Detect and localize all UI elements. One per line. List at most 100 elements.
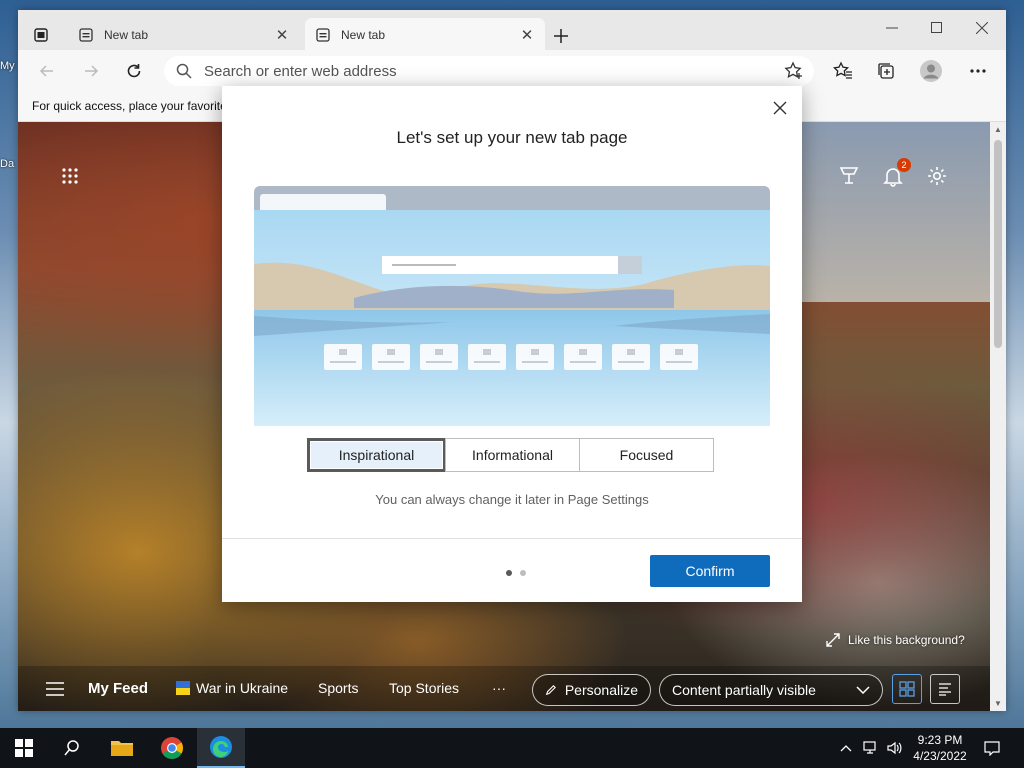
close-tab-button[interactable]: ✕ (519, 27, 535, 44)
step-dot-2[interactable] (520, 570, 526, 576)
page-scrollbar[interactable]: ▲ ▼ (990, 122, 1006, 711)
tab-new-tab-1[interactable]: New tab ✕ (68, 18, 300, 51)
add-favorite-icon[interactable] (784, 61, 804, 81)
new-tab-page-icon (79, 27, 93, 42)
feed-tab-my-feed[interactable]: My Feed (88, 680, 148, 697)
notification-center-icon (984, 741, 1000, 756)
page-settings-button[interactable] (925, 164, 949, 188)
tab-actions-icon (34, 28, 48, 42)
windows-logo-icon (15, 739, 33, 757)
layout-options: Inspirational Informational Focused (307, 438, 714, 472)
dialog-hint-text: You can always change it later in Page S… (375, 492, 649, 507)
back-button[interactable] (32, 58, 62, 84)
layout-option-inspirational[interactable]: Inspirational (307, 438, 446, 472)
edge-icon (210, 736, 232, 758)
maximize-icon (931, 22, 942, 33)
desktop-icon-label[interactable]: My (0, 60, 15, 72)
tab-title: New tab (341, 27, 386, 42)
clock-time: 9:23 PM (917, 733, 963, 747)
action-center-button[interactable] (980, 728, 1004, 768)
list-layout-button[interactable] (930, 674, 960, 704)
content-visibility-dropdown[interactable]: Content partially visible (659, 674, 883, 706)
list-icon (939, 683, 951, 696)
settings-and-more-button[interactable] (963, 58, 993, 84)
refresh-button[interactable] (119, 58, 149, 84)
scrollbar-thumb[interactable] (994, 140, 1002, 348)
address-bar[interactable] (164, 56, 814, 86)
feed-tab-sports[interactable]: Sports (318, 680, 358, 696)
close-tab-button[interactable]: ✕ (274, 27, 290, 44)
tab-new-tab-2[interactable]: New tab ✕ (305, 18, 545, 51)
scroll-down-arrow-icon[interactable]: ▼ (994, 699, 1002, 708)
favorites-icon (833, 61, 852, 79)
layout-option-focused[interactable]: Focused (579, 438, 714, 472)
folder-icon (111, 741, 133, 756)
close-window-button[interactable] (968, 16, 996, 40)
tab-actions-button[interactable] (28, 22, 54, 48)
grid-icon (899, 681, 915, 697)
network-icon (863, 741, 876, 754)
dialog-title: Let's set up your new tab page (396, 128, 628, 147)
profile-button[interactable] (916, 58, 946, 84)
close-icon (773, 101, 787, 115)
personalize-label: Personalize (564, 682, 638, 698)
network-tray-button[interactable] (860, 728, 882, 768)
taskbar-clock[interactable]: 9:23 PM 4/23/2022 (906, 732, 974, 764)
like-background-link[interactable]: Like this background? (826, 633, 965, 647)
step-dot-1[interactable] (506, 570, 512, 576)
desktop-icon-label[interactable]: Da (0, 158, 14, 170)
maximize-button[interactable] (923, 16, 951, 40)
feed-tab-war-in-ukraine[interactable]: War in Ukraine (176, 680, 288, 696)
chevron-up-icon (840, 745, 852, 752)
like-background-label: Like this background? (848, 633, 965, 647)
search-taskbar-button[interactable] (48, 728, 96, 768)
personalize-button[interactable]: Personalize (532, 674, 651, 706)
hamburger-menu-icon[interactable] (46, 682, 64, 696)
forward-button[interactable] (76, 58, 106, 84)
plus-icon (554, 29, 568, 43)
feed-more-button[interactable]: ··· (492, 680, 506, 696)
scroll-up-arrow-icon[interactable]: ▲ (994, 125, 1002, 134)
file-explorer-taskbar-button[interactable] (98, 728, 146, 768)
new-tab-page-icon (316, 27, 330, 42)
minimize-icon (886, 27, 898, 29)
gear-icon (928, 167, 946, 185)
collections-button[interactable] (871, 58, 901, 84)
taskbar: 9:23 PM 4/23/2022 (0, 728, 1024, 768)
collections-icon (878, 63, 894, 79)
minimize-button[interactable] (878, 16, 906, 40)
notifications-button[interactable]: 2 (881, 158, 911, 188)
search-icon (176, 63, 192, 79)
close-icon (976, 22, 988, 34)
confirm-button[interactable]: Confirm (650, 555, 770, 587)
refresh-icon (127, 64, 141, 78)
dialog-divider (222, 538, 802, 539)
arrow-right-icon (85, 65, 99, 77)
start-button[interactable] (0, 728, 48, 768)
feed-tab-top-stories[interactable]: Top Stories (389, 680, 459, 696)
content-visibility-value: Content partially visible (672, 682, 816, 698)
app-launcher-icon[interactable] (58, 164, 82, 188)
rewards-button[interactable] (837, 164, 861, 188)
chrome-taskbar-button[interactable] (148, 728, 196, 768)
favorites-button[interactable] (828, 58, 858, 84)
pencil-icon (545, 684, 556, 696)
layout-option-informational[interactable]: Informational (445, 438, 580, 472)
chevron-down-icon (856, 686, 870, 694)
expand-icon (826, 633, 840, 647)
address-input[interactable] (204, 62, 764, 80)
volume-tray-button[interactable] (884, 728, 906, 768)
background-sky (798, 122, 990, 302)
tab-strip: New tab ✕ New tab ✕ (18, 10, 1006, 51)
show-hidden-icons-button[interactable] (836, 728, 856, 768)
speaker-icon (887, 741, 902, 755)
feed-navigation-bar: My Feed War in Ukraine Sports Top Storie… (18, 666, 990, 711)
grid-layout-button[interactable] (892, 674, 922, 704)
edge-taskbar-button[interactable] (197, 728, 245, 768)
step-indicator (506, 570, 526, 576)
layout-preview-illustration (254, 186, 770, 426)
avatar-icon (920, 60, 942, 82)
layout-preview-image (254, 186, 770, 426)
new-tab-button[interactable] (548, 24, 574, 48)
dialog-close-button[interactable] (770, 98, 790, 118)
